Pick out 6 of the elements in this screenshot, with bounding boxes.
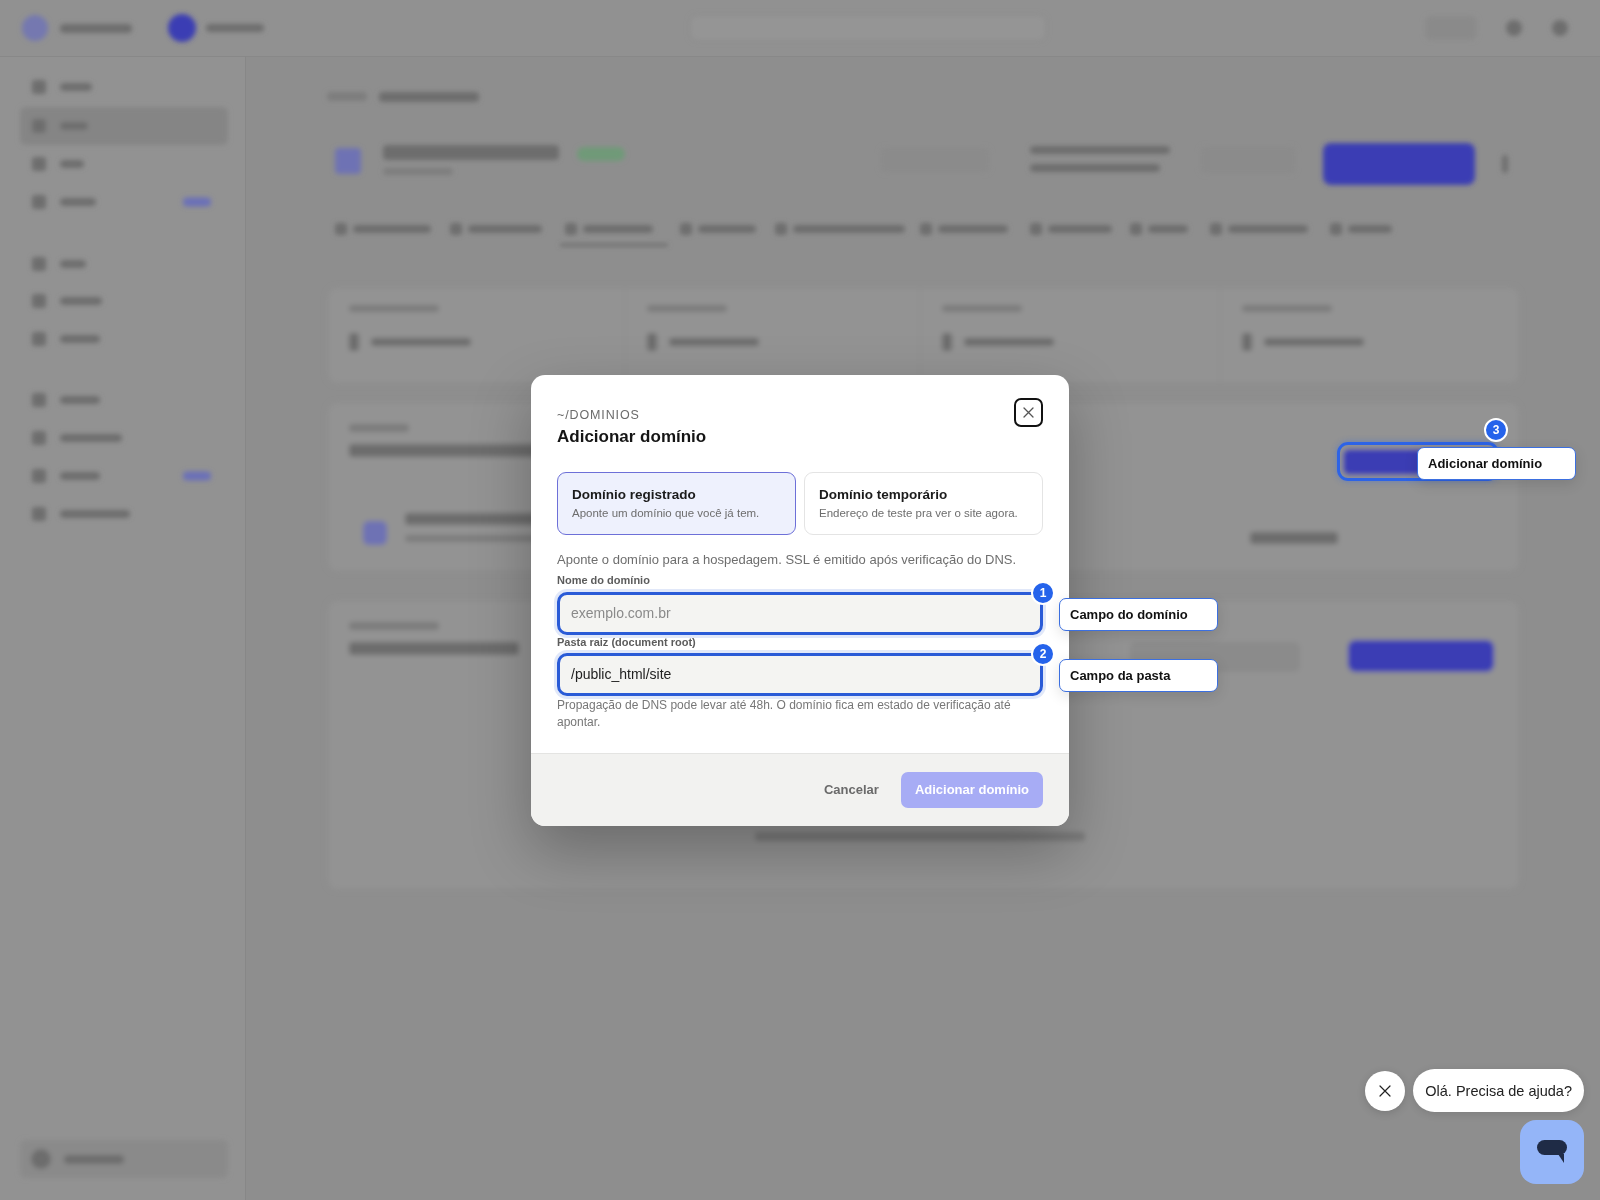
cancel-button[interactable]: Cancelar (809, 771, 893, 808)
close-icon (1379, 1084, 1392, 1097)
speech-bubble-icon (1537, 1140, 1567, 1164)
chat-greeting-bubble: Olá. Precisa de ajuda? (1413, 1069, 1584, 1112)
hint-text: Propagação de DNS pode levar até 48h. O domínio fica em estado de verificação até apontar. (557, 696, 1012, 731)
chat-launcher-button[interactable] (1520, 1120, 1584, 1184)
